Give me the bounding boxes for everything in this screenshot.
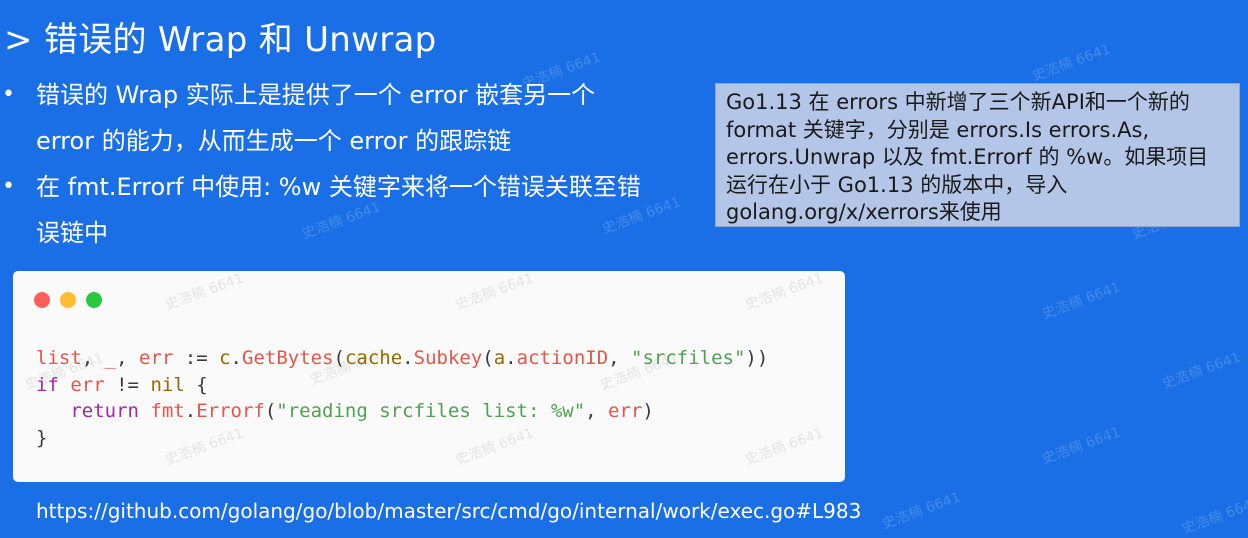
bullet-marker: •: [2, 82, 15, 107]
code-line: if err != nil {: [36, 372, 768, 399]
watermark: 史浩楠 6641: [1160, 349, 1243, 393]
watermark: 史浩楠 6641: [880, 489, 963, 533]
code-token: cache: [344, 347, 403, 369]
code-token: .: [184, 400, 197, 422]
code-token: .: [230, 347, 242, 369]
code-token: err: [608, 400, 643, 422]
code-token: (: [482, 347, 494, 369]
watermark: 史浩楠 6641: [1040, 424, 1123, 468]
code-token: )): [745, 347, 769, 369]
watermark: 史浩楠 6641: [1040, 279, 1123, 323]
code-token: Subkey: [413, 347, 483, 369]
code-token: _: [104, 347, 117, 369]
code-token: err: [70, 373, 105, 396]
bullet-text: 在 fmt.Errorf 中使用: %w 关键字来将一个错误关联至错误链中: [36, 173, 641, 247]
slide-title: > 错误的 Wrap 和 Unwrap: [4, 20, 437, 60]
code-token: "srcfiles": [631, 347, 746, 369]
code-token: "reading srcfiles list: %w": [276, 400, 586, 422]
bullet-item: • 错误的 Wrap 实际上是提供了一个 error 嵌套另一个 error 的…: [0, 72, 646, 164]
code-token: (: [264, 400, 277, 422]
watermark: 史浩楠 6641: [1180, 494, 1248, 538]
bullet-item: • 在 fmt.Errorf 中使用: %w 关键字来将一个错误关联至错误链中: [0, 164, 646, 256]
code-token: .: [505, 347, 517, 369]
code-token: !=: [104, 373, 151, 396]
note-box: Go1.13 在 errors 中新增了三个新API和一个新的 format 关…: [715, 83, 1240, 227]
bullet-text: 错误的 Wrap 实际上是提供了一个 error 嵌套另一个 error 的能力…: [36, 81, 596, 155]
code-line: }: [36, 425, 768, 452]
watermark: 史浩楠 6641: [1030, 41, 1113, 85]
code-line: return fmt.Errorf("reading srcfiles list…: [36, 398, 768, 425]
code-token: Errorf: [196, 400, 265, 422]
code-token: c: [219, 347, 231, 369]
minimize-dot-icon: [60, 292, 77, 308]
close-dot-icon: [34, 292, 50, 308]
code-token: ,: [585, 400, 609, 422]
code-window: 史浩楠 6641 史浩楠 6641 史浩楠 6641 史浩楠 6641 史浩楠 …: [13, 270, 845, 482]
code-token: ): [642, 400, 654, 422]
maximize-dot-icon: [86, 292, 103, 308]
watermark: 史浩楠 6641: [453, 270, 536, 314]
code-token: a: [493, 347, 506, 369]
code-token: ,: [608, 347, 632, 369]
code-token: }: [36, 426, 48, 449]
code-line: list, _, err := c.GetBytes(cache.Subkey(…: [36, 345, 768, 372]
code-block: list, _, err := c.GetBytes(cache.Subkey(…: [36, 345, 768, 451]
code-token: nil: [150, 373, 185, 396]
code-token: fmt: [150, 400, 185, 422]
window-controls: [34, 292, 107, 312]
code-token: if: [36, 373, 59, 396]
watermark: 史浩楠 6641: [743, 270, 826, 314]
code-token: return: [70, 400, 139, 422]
watermark: 史浩楠 6641: [163, 270, 246, 314]
code-token: (: [333, 347, 345, 369]
code-token: GetBytes: [242, 347, 334, 369]
source-link[interactable]: https://github.com/golang/go/blob/master…: [36, 499, 861, 523]
code-token: actionID: [516, 347, 609, 369]
bullet-marker: •: [2, 174, 15, 199]
code-token: .: [402, 347, 414, 369]
code-token: :=: [173, 347, 220, 369]
bullet-list: • 错误的 Wrap 实际上是提供了一个 error 嵌套另一个 error 的…: [0, 72, 700, 256]
code-token: list: [36, 347, 82, 369]
code-token: {: [184, 373, 208, 396]
code-token: ,: [81, 347, 105, 369]
code-token: err: [139, 347, 174, 369]
code-token: ,: [116, 347, 139, 369]
